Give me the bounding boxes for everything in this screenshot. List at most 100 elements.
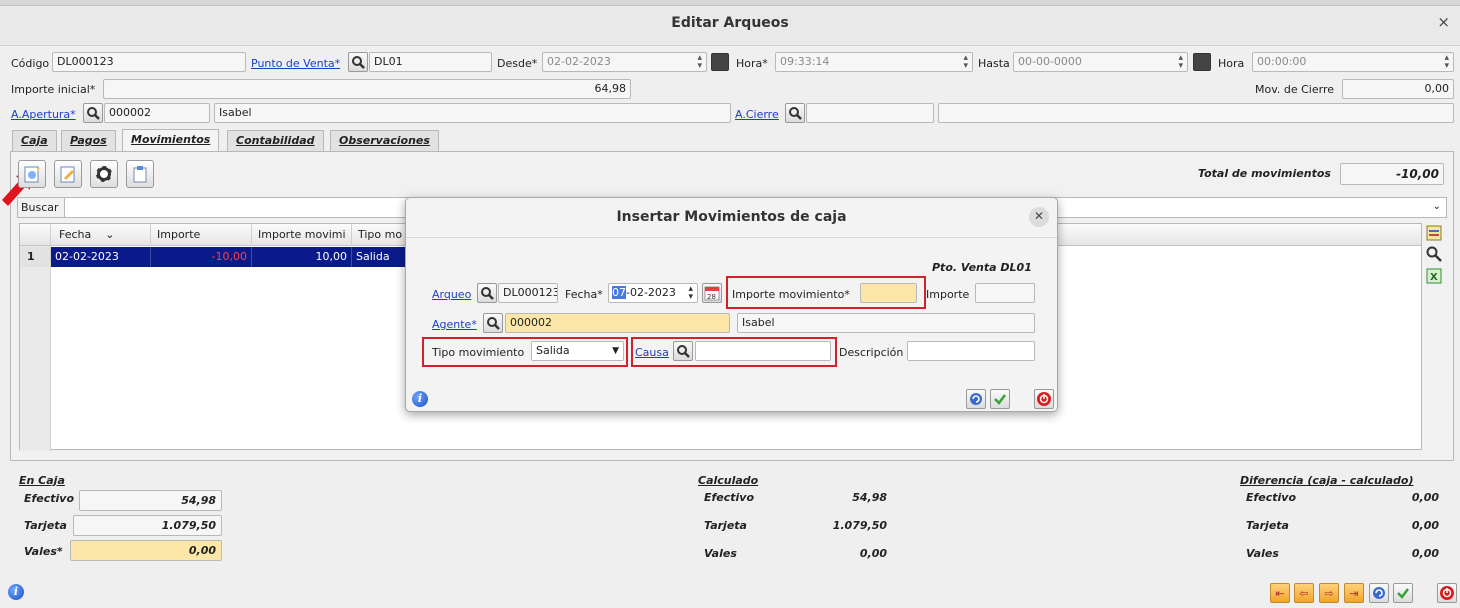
info-icon[interactable]: i [8, 584, 24, 600]
tab-pagos[interactable]: Pagos [61, 130, 116, 151]
punto-venta-search-button[interactable] [348, 52, 368, 72]
dif-efectivo-label: Efectivo [1246, 491, 1297, 504]
edit-button[interactable] [54, 160, 82, 188]
column-header-importe-movimiento[interactable]: Importe movimi [252, 224, 352, 246]
search-icon [352, 56, 365, 69]
accept-button[interactable] [1393, 583, 1413, 603]
dialog-refresh-button[interactable] [966, 389, 986, 409]
hora-hasta-field[interactable]: 00:00:00 ▴ ▾ [1252, 52, 1454, 72]
causa-link[interactable]: Causa [635, 346, 669, 359]
caja-efectivo-field[interactable]: 54,98 [79, 490, 222, 511]
fecha-label: Fecha* [565, 288, 603, 301]
caja-tarjeta-field[interactable]: 1.079,50 [73, 515, 222, 536]
column-fecha-label: Fecha [59, 228, 92, 241]
new-document-icon [24, 166, 40, 183]
row-number: 1 [20, 247, 51, 267]
delete-button[interactable] [90, 160, 118, 188]
codigo-label: Código [11, 57, 50, 70]
causa-search-button[interactable] [673, 341, 693, 361]
window-close-button[interactable]: × [1437, 13, 1450, 31]
calendar-button[interactable]: 28 [702, 283, 722, 303]
insert-movement-dialog: Insertar Movimientos de caja ✕ Pto. Vent… [405, 197, 1058, 412]
caja-tarjeta-label: Tarjeta [24, 519, 67, 532]
first-record-button[interactable]: ⇤ [1270, 583, 1290, 603]
cierre-search-button[interactable] [785, 103, 805, 123]
chevron-down-icon: ⌄ [1432, 201, 1441, 212]
excel-icon[interactable]: X [1426, 268, 1442, 284]
causa-input[interactable] [695, 341, 831, 361]
window-title: Editar Arqueos [671, 15, 789, 31]
arqueo-search-button[interactable] [477, 283, 497, 303]
descripcion-input[interactable] [907, 341, 1035, 361]
punto-venta-field[interactable]: DL01 [369, 52, 492, 72]
tipo-movimiento-value: Salida [536, 344, 570, 357]
power-icon [1440, 586, 1454, 600]
codigo-field[interactable]: DL000123 [52, 52, 246, 72]
dialog-info-icon[interactable]: i [412, 391, 428, 407]
search-icon [481, 287, 494, 300]
pto-venta-label: Pto. Venta DL01 [932, 261, 1032, 274]
tab-observaciones[interactable]: Observaciones [330, 130, 439, 151]
fecha-field[interactable]: 07-02-2023 ▴ ▾ [608, 283, 698, 303]
dialog-close-button[interactable]: ✕ [1029, 207, 1049, 227]
mov-cierre-label: Mov. de Cierre [1255, 83, 1334, 96]
importe-movimiento-label: Importe movimiento* [732, 288, 850, 301]
spinner-icon[interactable]: ▴ ▾ [1444, 54, 1449, 71]
column-header-importe[interactable]: Importe [151, 224, 252, 246]
dialog-cancel-button[interactable] [1034, 389, 1054, 409]
hora-hasta-value: 00:00:00 [1257, 55, 1307, 68]
mov-cierre-field[interactable]: 0,00 [1342, 79, 1454, 99]
background-window-strip [0, 0, 1460, 6]
importe-movimiento-input[interactable] [860, 283, 917, 303]
caja-vales-field[interactable]: 0,00 [70, 540, 222, 561]
agente-search-button[interactable] [483, 313, 503, 333]
en-caja-title: En Caja [19, 474, 65, 487]
desde-toggle[interactable] [711, 53, 729, 71]
calc-vales-label: Vales [704, 547, 737, 560]
search-field-select[interactable]: ⌄ [1050, 197, 1447, 218]
table-row[interactable]: 1 02-02-2023 -10,00 10,00 Salida [20, 247, 420, 267]
tab-caja[interactable]: Caja [12, 130, 57, 151]
spinner-icon[interactable]: ▴ ▾ [697, 54, 702, 71]
punto-venta-link[interactable]: Punto de Venta* [251, 57, 340, 70]
cell-fecha: 02-02-2023 [51, 247, 151, 267]
arqueo-link[interactable]: Arqueo [432, 288, 471, 301]
dif-efectivo-value: 0,00 [1411, 491, 1439, 504]
cierre-code-field[interactable] [806, 103, 934, 123]
column-header-tipo[interactable]: Tipo mo [352, 224, 412, 246]
column-header-fecha[interactable]: Fecha ⌄ [51, 224, 151, 246]
insert-button[interactable] [18, 160, 46, 188]
hora-desde-field[interactable]: 09:33:14 ▴ ▾ [775, 52, 973, 72]
tipo-movimiento-select[interactable]: Salida ▼ [531, 341, 624, 361]
dialog-accept-button[interactable] [990, 389, 1010, 409]
tab-movimientos[interactable]: Movimientos [122, 129, 220, 151]
dif-tarjeta-value: 0,00 [1411, 519, 1439, 532]
close-form-button[interactable] [1437, 583, 1457, 603]
last-record-button[interactable]: ⇥ [1344, 583, 1364, 603]
previous-record-button[interactable]: ⇦ [1294, 583, 1314, 603]
agente-code-field[interactable]: 000002 [505, 313, 730, 333]
apertura-link[interactable]: A.Apertura* [11, 108, 76, 121]
apertura-search-button[interactable] [83, 103, 103, 123]
apertura-code-field[interactable]: 000002 [104, 103, 210, 123]
dif-vales-label: Vales [1246, 547, 1279, 560]
cierre-link[interactable]: A.Cierre [735, 108, 779, 121]
arqueo-field[interactable]: DL000123 [498, 283, 558, 303]
search-icon [789, 107, 802, 120]
desde-date-field[interactable]: 02-02-2023 ▴ ▾ [542, 52, 707, 72]
next-record-button[interactable]: ⇨ [1319, 583, 1339, 603]
hasta-date-field[interactable]: 00-00-0000 ▴ ▾ [1013, 52, 1188, 72]
spinner-icon[interactable]: ▴ ▾ [1178, 54, 1183, 71]
hasta-toggle[interactable] [1193, 53, 1211, 71]
tab-contabilidad[interactable]: Contabilidad [227, 130, 324, 151]
search-icon [87, 107, 100, 120]
spinner-icon[interactable]: ▴ ▾ [963, 54, 968, 71]
grid-config-icon[interactable] [1426, 225, 1442, 241]
edit-document-icon [60, 166, 75, 183]
importe-inicial-field[interactable]: 64,98 [103, 79, 631, 99]
spinner-icon[interactable]: ▴ ▾ [688, 285, 693, 302]
refresh-button[interactable] [1369, 583, 1389, 603]
agente-link[interactable]: Agente* [432, 318, 477, 331]
search-icon[interactable] [1426, 246, 1442, 262]
export-button[interactable] [126, 160, 154, 188]
